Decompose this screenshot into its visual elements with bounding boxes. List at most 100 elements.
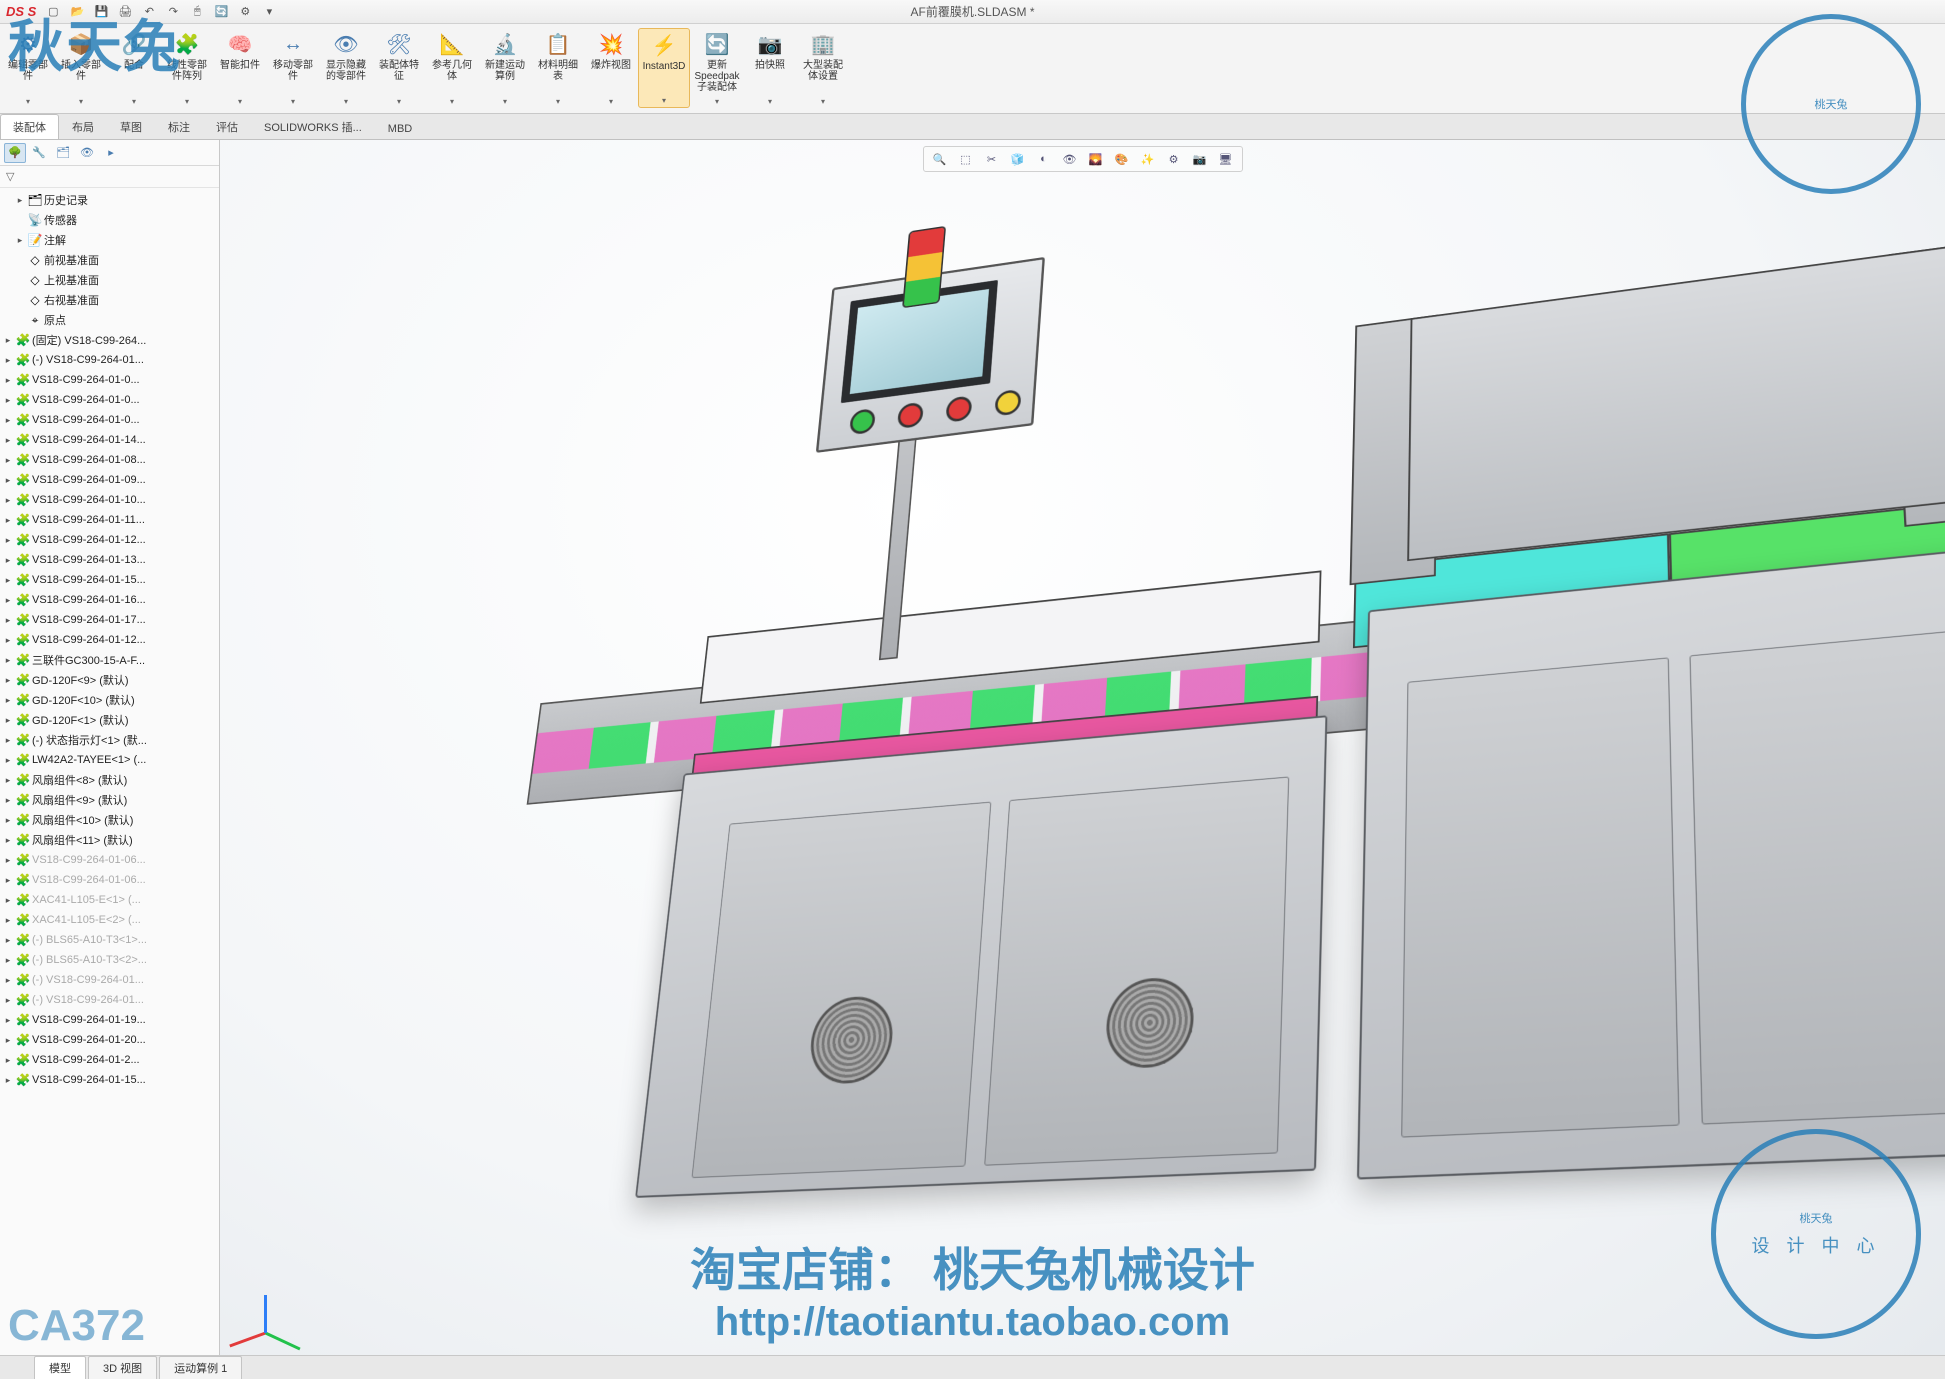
hide-show-icon[interactable]: 👁 xyxy=(1060,149,1080,169)
ribbon-线性零部件阵列-button[interactable]: 🧩 线性零部件阵列 ▾ xyxy=(161,28,213,108)
ribbon-大型装配体设置-button[interactable]: 🏢 大型装配体设置 ▾ xyxy=(797,28,849,108)
display-style-icon[interactable]: ◐ xyxy=(1034,149,1054,169)
cmd-tab-3[interactable]: 标注 xyxy=(155,114,203,139)
qat-rebuild-icon[interactable]: 🔄 xyxy=(212,3,230,21)
appearance-icon[interactable]: 🎨 xyxy=(1112,149,1132,169)
expand-icon[interactable]: ▸ xyxy=(2,655,14,666)
tree-item[interactable]: ▸ 🧩 VS18-C99-264-01-14... xyxy=(0,430,219,450)
view-orientation-icon[interactable]: 🧊 xyxy=(1008,149,1028,169)
tree-item[interactable]: ▸ 🧩 (-) BLS65-A10-T3<2>... xyxy=(0,950,219,970)
expand-icon[interactable]: ▸ xyxy=(2,735,14,746)
expand-icon[interactable]: ▸ xyxy=(2,515,14,526)
expand-icon[interactable]: ▸ xyxy=(2,635,14,646)
expand-icon[interactable]: ▸ xyxy=(2,895,14,906)
expand-icon[interactable]: ▸ xyxy=(2,975,14,986)
cmd-tab-0[interactable]: 装配体 xyxy=(0,114,59,139)
tree-item[interactable]: ▸ 🧩 VS18-C99-264-01-16... xyxy=(0,590,219,610)
tree-item[interactable]: ⌖ 原点 xyxy=(0,310,219,330)
feature-tree[interactable]: ▸ 🗂 历史记录 📡 传感器▸ 📝 注解 ◇ 前视基准面 ◇ 上视基准面 ◇ 右… xyxy=(0,188,219,1355)
qat-settings-icon[interactable]: ▾ xyxy=(260,3,278,21)
expand-icon[interactable]: ▸ xyxy=(2,455,14,466)
expand-icon[interactable]: ▸ xyxy=(2,775,14,786)
tree-item[interactable]: ▸ 🧩 风扇组件<9> (默认) xyxy=(0,790,219,810)
configuration-icon[interactable]: 🗂 xyxy=(52,143,74,163)
expand-icon[interactable]: ▸ xyxy=(2,475,14,486)
expand-icon[interactable]: ▸ xyxy=(2,335,14,346)
tree-item[interactable]: ▸ 🧩 (固定) VS18-C99-264... xyxy=(0,330,219,350)
expand-icon[interactable]: ▸ xyxy=(2,1015,14,1026)
tree-item[interactable]: ▸ 🧩 三联件GC300-15-A-F... xyxy=(0,650,219,670)
expand-icon[interactable]: ▸ xyxy=(2,1075,14,1086)
scene-icon[interactable]: 🌄 xyxy=(1086,149,1106,169)
qat-select-icon[interactable]: 🖱 xyxy=(188,3,206,21)
screen-icon[interactable]: 🖥 xyxy=(1216,149,1236,169)
tree-item[interactable]: ▸ 🧩 VS18-C99-264-01-08... xyxy=(0,450,219,470)
tree-item[interactable]: ▸ 🧩 风扇组件<8> (默认) xyxy=(0,770,219,790)
ribbon-参考几何体-button[interactable]: 📐 参考几何体 ▾ xyxy=(426,28,478,108)
property-manager-icon[interactable]: 🔧 xyxy=(28,143,50,163)
ribbon-爆炸视图-button[interactable]: 💥 爆炸视图 ▾ xyxy=(585,28,637,108)
tree-item[interactable]: ▸ 🧩 VS18-C99-264-01-17... xyxy=(0,610,219,630)
ribbon-显示隐藏的零部件-button[interactable]: 👁 显示隐藏的零部件 ▾ xyxy=(320,28,372,108)
expand-icon[interactable]: ▸ xyxy=(2,395,14,406)
graphics-viewport[interactable]: 🔍 ⬚ ✂ 🧊 ◐ 👁 🌄 🎨 ✨ ⚙ 📷 🖥 xyxy=(220,140,1945,1355)
tree-item[interactable]: ◇ 右视基准面 xyxy=(0,290,219,310)
settings-icon[interactable]: ⚙ xyxy=(1164,149,1184,169)
zoom-fit-icon[interactable]: 🔍 xyxy=(930,149,950,169)
tree-item[interactable]: ▸ 🧩 XAC41-L105-E<1> (... xyxy=(0,890,219,910)
qat-save-icon[interactable]: 💾 xyxy=(92,3,110,21)
tree-item[interactable]: ▸ 🗂 历史记录 xyxy=(0,190,219,210)
ribbon-Instant3D-button[interactable]: ⚡ Instant3D ▾ xyxy=(638,28,690,108)
tree-item[interactable]: ▸ 🧩 VS18-C99-264-01-0... xyxy=(0,390,219,410)
zoom-area-icon[interactable]: ⬚ xyxy=(956,149,976,169)
tree-item[interactable]: ▸ 🧩 VS18-C99-264-01-12... xyxy=(0,630,219,650)
tree-item[interactable]: ▸ 🧩 GD-120F<9> (默认) xyxy=(0,670,219,690)
tree-item[interactable]: ▸ 🧩 风扇组件<11> (默认) xyxy=(0,830,219,850)
expand-icon[interactable]: ▸ xyxy=(2,575,14,586)
expand-icon[interactable]: ▸ xyxy=(2,935,14,946)
tree-item[interactable]: ▸ 🧩 VS18-C99-264-01-12... xyxy=(0,530,219,550)
tree-item[interactable]: ▸ 🧩 LW42A2-TAYEE<1> (... xyxy=(0,750,219,770)
tree-item[interactable]: ▸ 🧩 VS18-C99-264-01-06... xyxy=(0,870,219,890)
expand-icon[interactable]: ▸ xyxy=(2,955,14,966)
expand-icon[interactable]: ▸ xyxy=(2,855,14,866)
expand-icon[interactable]: ▸ xyxy=(2,495,14,506)
cmd-tab-6[interactable]: MBD xyxy=(375,118,425,139)
tree-item[interactable]: ▸ 🧩 (-) VS18-C99-264-01... xyxy=(0,970,219,990)
tree-item[interactable]: ▸ 🧩 VS18-C99-264-01-0... xyxy=(0,370,219,390)
qat-redo-icon[interactable]: ↷ xyxy=(164,3,182,21)
tree-item[interactable]: ◇ 上视基准面 xyxy=(0,270,219,290)
tree-item[interactable]: ▸ 🧩 VS18-C99-264-01-06... xyxy=(0,850,219,870)
tree-item[interactable]: ▸ 🧩 VS18-C99-264-01-19... xyxy=(0,1010,219,1030)
expand-icon[interactable]: ▸ xyxy=(2,695,14,706)
section-view-icon[interactable]: ✂ xyxy=(982,149,1002,169)
expand-icon[interactable]: ▸ xyxy=(2,535,14,546)
tree-item[interactable]: ▸ 🧩 VS18-C99-264-01-11... xyxy=(0,510,219,530)
expand-icon[interactable]: ▸ xyxy=(2,795,14,806)
ribbon-装配体特征-button[interactable]: 🛠 装配体特征 ▾ xyxy=(373,28,425,108)
cmd-tab-1[interactable]: 布局 xyxy=(59,114,107,139)
qat-options-icon[interactable]: ⚙ xyxy=(236,3,254,21)
tree-item[interactable]: ▸ 🧩 VS18-C99-264-01-10... xyxy=(0,490,219,510)
cmd-tab-5[interactable]: SOLIDWORKS 插... xyxy=(251,114,375,139)
tree-item[interactable]: ▸ 🧩 VS18-C99-264-01-2... xyxy=(0,1050,219,1070)
bottom-tab-2[interactable]: 运动算例 1 xyxy=(159,1356,242,1379)
tree-item[interactable]: ▸ 🧩 VS18-C99-264-01-20... xyxy=(0,1030,219,1050)
tree-item[interactable]: ▸ 🧩 VS18-C99-264-01-09... xyxy=(0,470,219,490)
tree-item[interactable]: ▸ 🧩 XAC41-L105-E<2> (... xyxy=(0,910,219,930)
qat-new-icon[interactable]: ▢ xyxy=(44,3,62,21)
expand-icon[interactable]: ▸ xyxy=(2,555,14,566)
ribbon-拍快照-button[interactable]: 📷 拍快照 ▾ xyxy=(744,28,796,108)
tree-item[interactable]: ▸ 🧩 VS18-C99-264-01-15... xyxy=(0,570,219,590)
expand-icon[interactable]: ▸ xyxy=(14,195,26,206)
ribbon-配合-button[interactable]: 🔗 配合 ▾ xyxy=(108,28,160,108)
expand-icon[interactable]: ▸ xyxy=(2,435,14,446)
expand-icon[interactable]: ▸ xyxy=(14,235,26,246)
render-icon[interactable]: ✨ xyxy=(1138,149,1158,169)
expand-icon[interactable]: ▸ xyxy=(2,875,14,886)
cmd-tab-4[interactable]: 评估 xyxy=(203,114,251,139)
expand-icon[interactable]: ▸ xyxy=(2,675,14,686)
tree-item[interactable]: 📡 传感器 xyxy=(0,210,219,230)
expand-icon[interactable]: ▸ xyxy=(2,915,14,926)
cmd-tab-2[interactable]: 草图 xyxy=(107,114,155,139)
